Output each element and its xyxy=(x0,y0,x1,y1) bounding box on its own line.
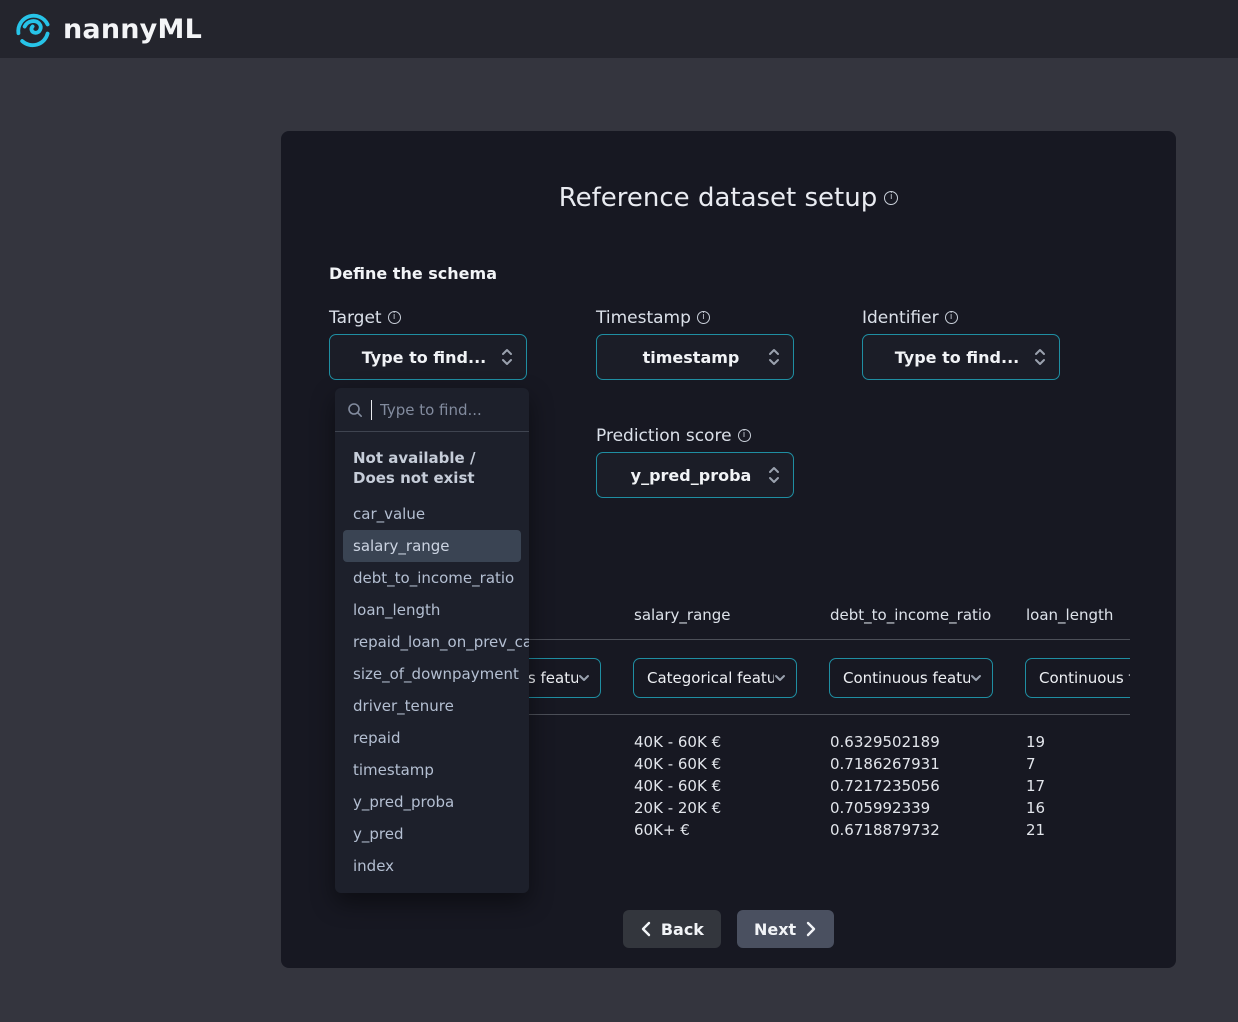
top-navbar: nannyML xyxy=(0,0,1238,58)
field-identifier: Identifieri Type to find... xyxy=(862,308,1060,380)
dropdown-option[interactable]: size_of_downpayment xyxy=(343,658,521,690)
title-info-icon[interactable]: i xyxy=(884,191,898,205)
column-header: debt_to_income_ratio xyxy=(830,600,1026,639)
dropdown-options-list: Not available / Does not exist car_value… xyxy=(335,432,529,890)
dataset-preview-table: salary_range debt_to_income_ratio loan_l… xyxy=(438,600,1130,852)
app-screen: nannyML Reference dataset setupi Define … xyxy=(0,0,1238,1022)
identifier-info-icon[interactable]: i xyxy=(945,311,958,324)
timestamp-label: Timestampi xyxy=(596,308,794,330)
select-updown-icon xyxy=(767,464,781,486)
column-header: loan_length xyxy=(1026,600,1130,639)
back-button[interactable]: Back xyxy=(623,910,721,948)
chevron-left-icon xyxy=(640,921,651,937)
field-timestamp: Timestampi timestamp xyxy=(596,308,794,380)
brand-name: nannyML xyxy=(63,14,202,45)
select-updown-icon xyxy=(767,346,781,368)
wizard-navigation: Back Next xyxy=(281,910,1176,948)
table-row: 40K - 60K € 0.7186267931 7 xyxy=(438,753,1130,775)
chevron-down-icon xyxy=(970,674,982,682)
dropdown-option[interactable]: y_pred_proba xyxy=(343,786,521,818)
dropdown-search-input[interactable] xyxy=(380,401,517,419)
identifier-label: Identifieri xyxy=(862,308,1060,330)
identifier-select[interactable]: Type to find... xyxy=(862,334,1060,380)
prediction-score-info-icon[interactable]: i xyxy=(738,429,751,442)
prediction-score-select[interactable]: y_pred_proba xyxy=(596,452,794,498)
dropdown-option[interactable]: repaid_loan_on_prev_car xyxy=(343,626,521,658)
feature-type-select[interactable]: Categorical feature xyxy=(633,658,797,698)
section-heading: Define the schema xyxy=(329,264,497,283)
select-updown-icon xyxy=(1033,346,1047,368)
target-select[interactable]: Type to find... xyxy=(329,334,527,380)
table-body: 40K - 60K € 0.6329502189 19 40K - 60K € … xyxy=(438,715,1130,841)
field-target: Targeti Type to find... xyxy=(329,308,527,380)
dropdown-option[interactable]: repaid xyxy=(343,722,521,754)
dropdown-option[interactable]: driver_tenure xyxy=(343,690,521,722)
chevron-down-icon xyxy=(774,674,786,682)
select-updown-icon xyxy=(500,346,514,368)
next-button[interactable]: Next xyxy=(737,910,834,948)
dropdown-option[interactable]: loan_length xyxy=(343,594,521,626)
column-header: salary_range xyxy=(634,600,830,639)
table-row: 40K - 60K € 0.6329502189 19 xyxy=(438,731,1130,753)
chevron-right-icon xyxy=(806,921,817,937)
search-icon xyxy=(347,402,363,418)
dropdown-option-na[interactable]: Not available / Does not exist xyxy=(343,446,521,498)
target-label: Targeti xyxy=(329,308,527,330)
table-row: 60K+ € 0.6718879732 21 xyxy=(438,819,1130,841)
feature-type-select[interactable]: Continuous feature xyxy=(829,658,993,698)
brand: nannyML xyxy=(13,9,202,49)
table-header-row: salary_range debt_to_income_ratio loan_l… xyxy=(438,600,1130,640)
table-row: 40K - 60K € 0.7217235056 17 xyxy=(438,775,1130,797)
field-prediction-score: Prediction scorei y_pred_proba xyxy=(596,426,794,498)
reference-setup-card: Reference dataset setupi Define the sche… xyxy=(281,131,1176,968)
feature-type-row: Continuous feature Categorical feature C… xyxy=(438,640,1130,715)
text-cursor xyxy=(371,400,372,420)
dropdown-option[interactable]: car_value xyxy=(343,498,521,530)
target-info-icon[interactable]: i xyxy=(388,311,401,324)
dropdown-option[interactable]: index xyxy=(343,850,521,882)
chevron-down-icon xyxy=(578,674,590,682)
timestamp-info-icon[interactable]: i xyxy=(697,311,710,324)
timestamp-select[interactable]: timestamp xyxy=(596,334,794,380)
dropdown-search[interactable] xyxy=(335,388,529,432)
feature-type-select[interactable]: Continuous feature xyxy=(1025,658,1130,698)
page-title: Reference dataset setupi xyxy=(281,183,1176,213)
dropdown-option-highlighted[interactable]: salary_range xyxy=(343,530,521,562)
nannyml-logo-icon xyxy=(13,9,53,49)
dropdown-option[interactable]: y_pred xyxy=(343,818,521,850)
dropdown-option[interactable]: timestamp xyxy=(343,754,521,786)
dropdown-option[interactable]: debt_to_income_ratio xyxy=(343,562,521,594)
table-row: 20K - 20K € 0.705992339 16 xyxy=(438,797,1130,819)
prediction-score-label: Prediction scorei xyxy=(596,426,794,448)
target-dropdown-panel: Not available / Does not exist car_value… xyxy=(335,388,529,893)
